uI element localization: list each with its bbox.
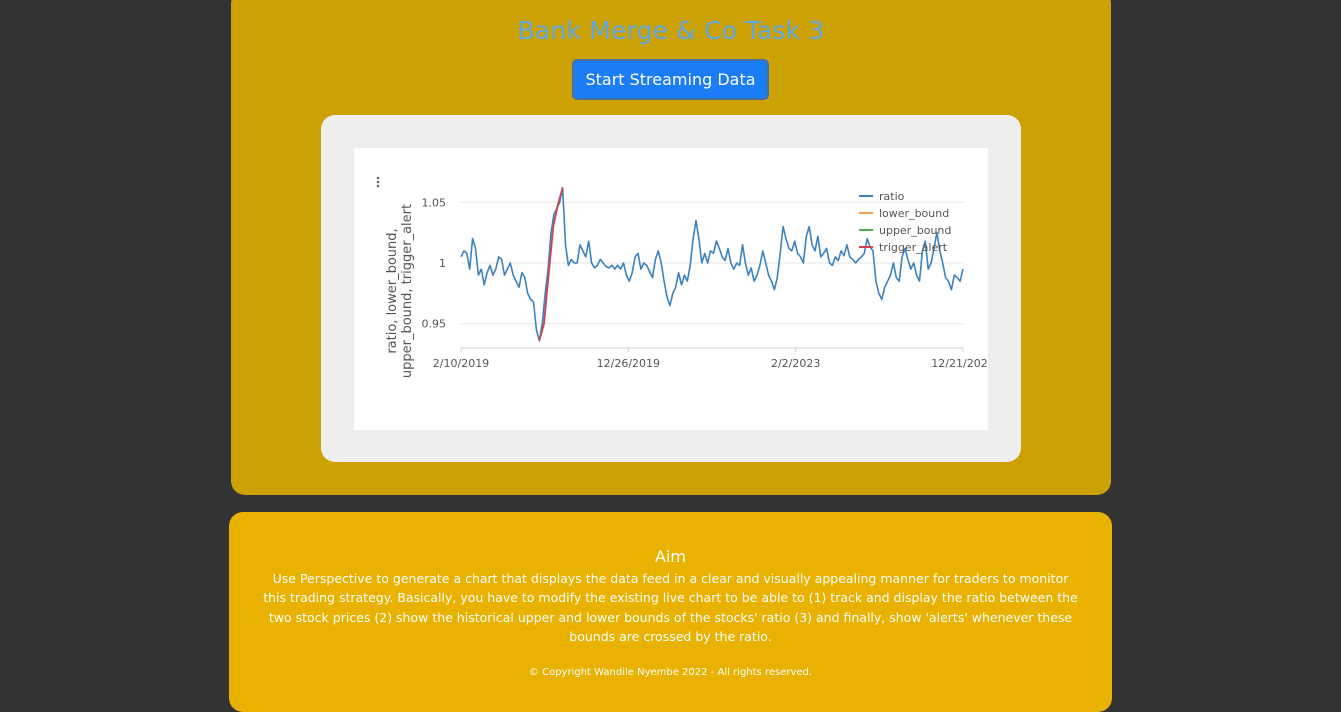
copyright-text: © Copyright Wandile Nyembe 2022 - All ri…: [528, 667, 813, 678]
x-tick-label: 2/10/2019: [433, 357, 489, 370]
y-tick-label: 1.05: [422, 196, 447, 209]
chart-area: 1.05 1 0.95 2/10/2019 12/26/2019 2/2/2023 12/2…: [354, 148, 988, 430]
legend-label: lower_bound: [879, 207, 949, 220]
aim-description: Use Perspective to generate a chart that…: [263, 571, 1078, 644]
header-panel: Bank Merge & Co Task 3 Start Streaming D…: [231, 0, 1111, 495]
y-axis-label: ratio, lower_bound,: [385, 228, 400, 353]
legend-label: ratio: [879, 190, 905, 203]
page-title: Bank Merge & Co Task 3: [517, 16, 825, 45]
y-axis-label: upper_bound, trigger_alert: [400, 204, 415, 378]
x-tick-label: 12/26/2019: [597, 357, 660, 370]
line-chart[interactable]: 1.05 1 0.95 2/10/2019 12/26/2019 2/2/2023 12/2…: [354, 148, 988, 430]
legend-label: trigger_alert: [879, 241, 948, 254]
aim-panel: Aim Use Perspective to generate a chart …: [229, 512, 1112, 712]
graph-card: 1.05 1 0.95 2/10/2019 12/26/2019 2/2/2023 12/2…: [321, 115, 1021, 462]
start-streaming-button[interactable]: Start Streaming Data: [572, 59, 769, 100]
legend-label: upper_bound: [879, 224, 951, 237]
chart-menu-icon[interactable]: [376, 176, 380, 188]
x-tick-label: 12/21/2023: [931, 357, 988, 370]
y-tick-label: 0.95: [422, 318, 447, 331]
aim-title: Aim: [655, 547, 686, 566]
y-tick-label: 1: [439, 257, 446, 270]
x-tick-label: 2/2/2023: [771, 357, 820, 370]
